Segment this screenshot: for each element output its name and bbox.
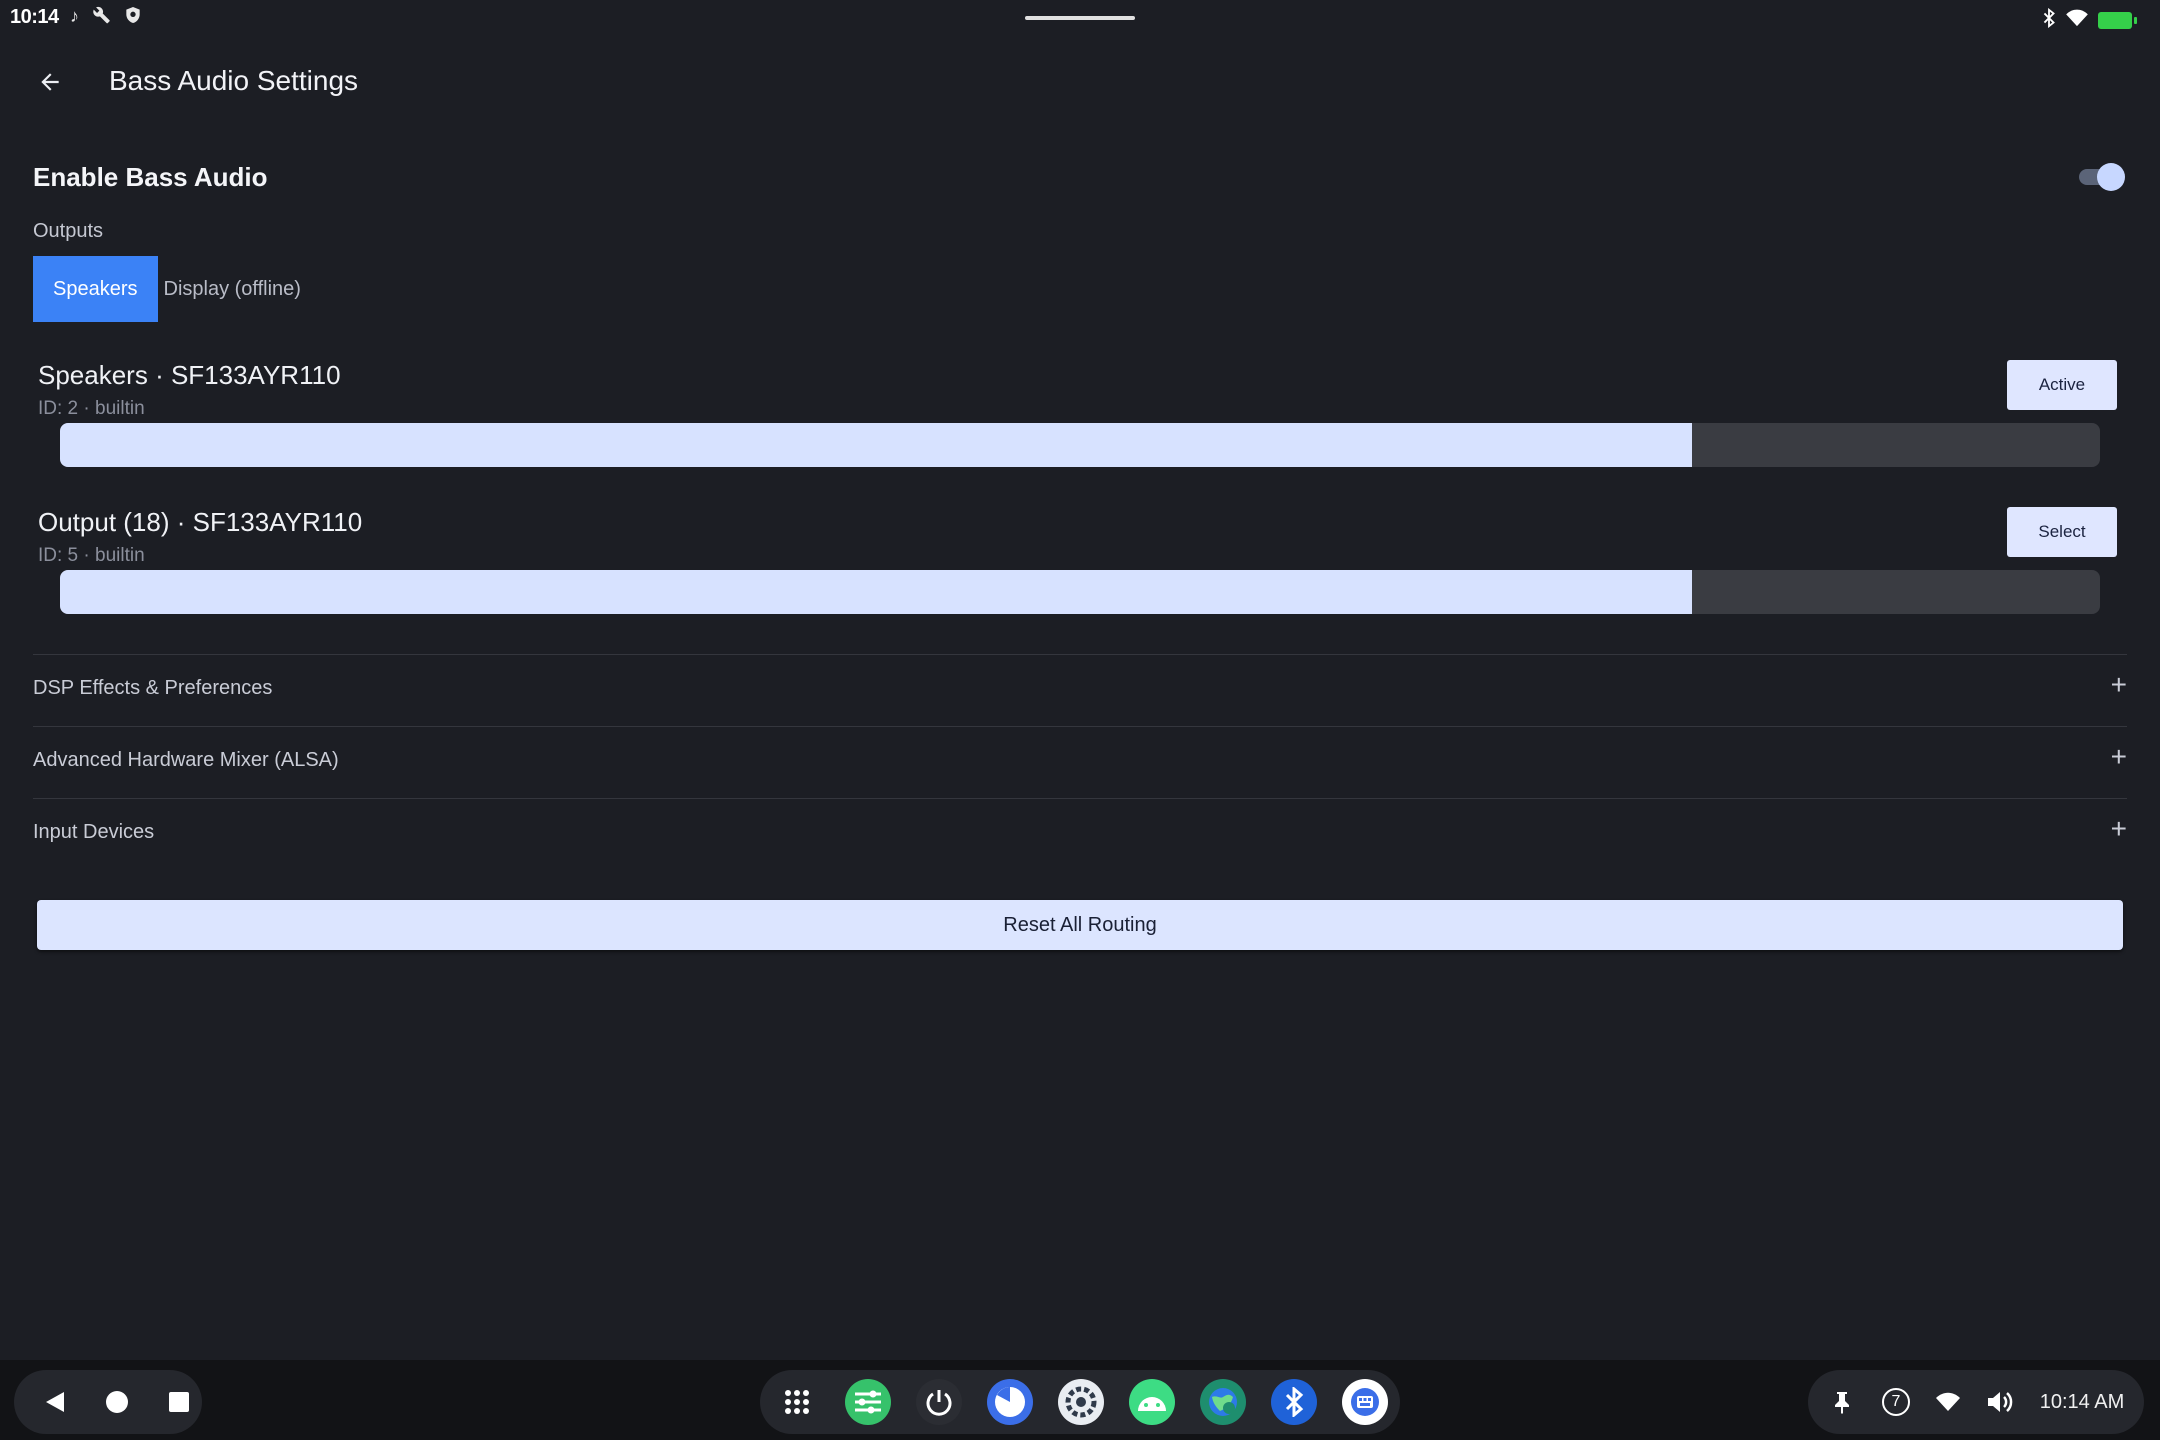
back-button[interactable]: [30, 62, 70, 102]
plus-icon: +: [2110, 669, 2127, 700]
settings-app-button[interactable]: [1058, 1379, 1104, 1425]
device-id: ID: 2 · builtin: [38, 398, 145, 419]
tab-speakers[interactable]: Speakers: [33, 256, 158, 322]
enable-bass-audio-label: Enable Bass Audio: [33, 162, 268, 192]
settings-gear-app-icon: [1065, 1386, 1097, 1418]
app-drawer-icon: [785, 1390, 809, 1414]
dsp-effects-section[interactable]: DSP Effects & Preferences +: [33, 655, 2127, 725]
pie-chart-app-icon: [995, 1387, 1025, 1417]
pie-chart-app-button[interactable]: [987, 1379, 1033, 1425]
active-button[interactable]: Active: [2007, 360, 2117, 410]
back-triangle-icon: [46, 1392, 64, 1412]
arrow-left-icon: [41, 73, 59, 91]
globe-app-button[interactable]: [1200, 1379, 1246, 1425]
device-name: Speakers · SF133AYR110: [38, 360, 341, 390]
battery-charging-icon: [2098, 12, 2137, 29]
wifi-icon: [1936, 1392, 1960, 1411]
tab-display-offline[interactable]: Display (offline): [158, 256, 321, 322]
volume-icon: [1988, 1392, 2013, 1412]
recents-square-icon: [169, 1392, 189, 1412]
android-app-icon: [1138, 1397, 1166, 1411]
nav-home-button[interactable]: [86, 1370, 148, 1434]
pin-icon: [1835, 1392, 1849, 1414]
device-id: ID: 5 · builtin: [38, 545, 145, 566]
wifi-icon: [2066, 9, 2088, 32]
app-drawer-button[interactable]: [774, 1379, 820, 1425]
taskbar: 7 10:14 AM: [0, 1360, 2160, 1440]
keyboard-app-button[interactable]: [1342, 1379, 1388, 1425]
equalizer-app-button[interactable]: [845, 1379, 891, 1425]
volume-tray-button[interactable]: [1982, 1370, 2018, 1434]
wifi-tray-button[interactable]: [1930, 1370, 1966, 1434]
section-label: DSP Effects & Preferences: [33, 677, 273, 699]
keyboard-app-icon: [1351, 1388, 1379, 1416]
select-button[interactable]: Select: [2007, 507, 2117, 557]
nav-back-button[interactable]: [24, 1370, 86, 1434]
music-note-icon: ♪: [70, 6, 79, 26]
notification-count-button[interactable]: 7: [1878, 1370, 1914, 1434]
hardware-mixer-section[interactable]: Advanced Hardware Mixer (ALSA) +: [33, 727, 2127, 797]
notification-count-icon: 7: [1882, 1388, 1910, 1416]
outputs-tabs: Speakers Display (offline): [33, 256, 321, 322]
navigation-buttons: [14, 1370, 202, 1434]
section-label: Input Devices: [33, 821, 155, 843]
status-bar: 10:14 ♪: [0, 0, 2160, 38]
page-title: Bass Audio Settings: [109, 65, 359, 96]
plus-icon: +: [2110, 813, 2127, 844]
gesture-handle[interactable]: [1025, 16, 1135, 20]
volume-slider[interactable]: [60, 423, 2100, 467]
system-tray: 7 10:14 AM: [1808, 1370, 2144, 1434]
power-app-button[interactable]: [916, 1379, 962, 1425]
volume-slider[interactable]: [60, 570, 2100, 614]
app-dock: [760, 1370, 1400, 1434]
pin-button[interactable]: [1824, 1370, 1860, 1434]
volume-slider-fill: [60, 570, 1692, 614]
outputs-label: Outputs: [33, 220, 104, 242]
bluetooth-app-icon: [1285, 1387, 1304, 1417]
volume-slider-fill: [60, 423, 1692, 467]
wrench-icon: [93, 6, 111, 29]
enable-bass-audio-toggle[interactable]: [2077, 163, 2125, 191]
nav-recents-button[interactable]: [148, 1370, 210, 1434]
android-app-button[interactable]: [1129, 1379, 1175, 1425]
globe-app-icon: [1209, 1388, 1237, 1416]
input-devices-section[interactable]: Input Devices +: [33, 799, 2127, 869]
equalizer-app-icon: [855, 1390, 881, 1414]
tray-clock[interactable]: 10:14 AM: [2030, 1370, 2134, 1434]
app-bar: Bass Audio Settings: [0, 50, 2160, 114]
bluetooth-app-button[interactable]: [1271, 1379, 1317, 1425]
power-app-icon: [926, 1390, 952, 1416]
reset-all-routing-button[interactable]: Reset All Routing: [37, 900, 2123, 950]
shield-icon: [125, 6, 141, 29]
section-label: Advanced Hardware Mixer (ALSA): [33, 749, 339, 771]
plus-icon: +: [2110, 741, 2127, 772]
status-time: 10:14: [10, 6, 59, 28]
device-name: Output (18) · SF133AYR110: [38, 507, 363, 537]
home-circle-icon: [106, 1391, 128, 1413]
bluetooth-icon: [2042, 7, 2056, 33]
